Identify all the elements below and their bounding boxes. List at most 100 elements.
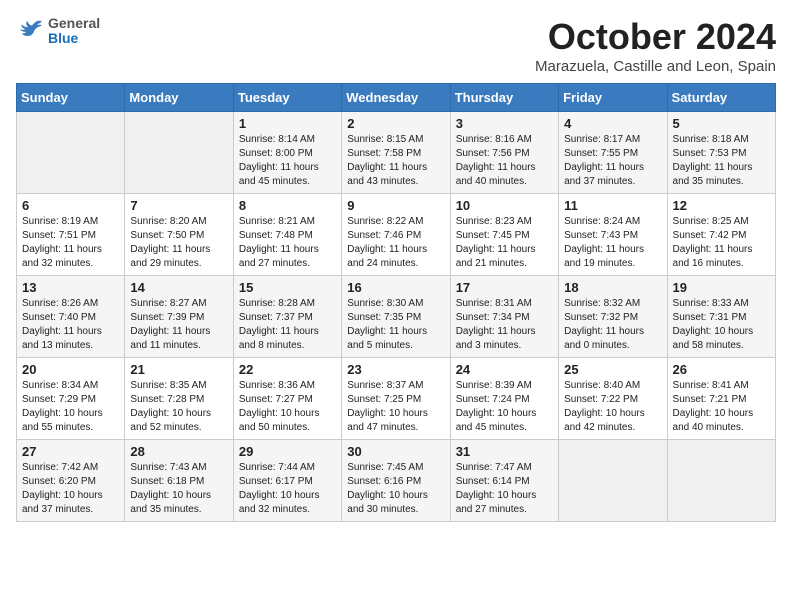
day-number: 2 bbox=[347, 116, 444, 131]
calendar-cell: 26 Sunrise: 8:41 AM Sunset: 7:21 PM Dayli… bbox=[667, 358, 775, 440]
calendar-week-4: 20Sunrise: 8:34 AM Sunset: 7:29 PM Dayli… bbox=[17, 358, 776, 440]
day-info: Sunrise: 7:43 AM Sunset: 6:18 PM Dayligh… bbox=[130, 461, 227, 517]
calendar-cell: 30Sunrise: 7:45 AM Sunset: 6:16 PM Dayli… bbox=[342, 440, 450, 522]
calendar-cell: 9Sunrise: 8:22 AM Sunset: 7:46 PM Daylig… bbox=[342, 194, 450, 276]
day-number: 20 bbox=[22, 362, 119, 377]
weekday-header-thursday: Thursday bbox=[450, 84, 558, 112]
weekday-header-saturday: Saturday bbox=[667, 84, 775, 112]
logo-text: General Blue bbox=[48, 16, 100, 47]
calendar-cell: 25 Sunrise: 8:40 AM Sunset: 7:22 PM Dayli… bbox=[559, 358, 667, 440]
calendar-cell: 22Sunrise: 8:36 AM Sunset: 7:27 PM Dayli… bbox=[233, 358, 341, 440]
day-number: 21 bbox=[130, 362, 227, 377]
calendar-cell: 28 Sunrise: 7:43 AM Sunset: 6:18 PM Dayli… bbox=[125, 440, 233, 522]
day-info: Sunrise: 8:15 AM Sunset: 7:58 PM Dayligh… bbox=[347, 133, 444, 189]
day-number: 15 bbox=[239, 280, 336, 295]
calendar-cell: 11 Sunrise: 8:24 AM Sunset: 7:43 PM Dayli… bbox=[559, 194, 667, 276]
day-info: Sunrise: 8:14 AM Sunset: 8:00 PM Dayligh… bbox=[239, 133, 336, 189]
calendar-cell: 5Sunrise: 8:18 AM Sunset: 7:53 PM Daylig… bbox=[667, 112, 775, 194]
calendar-cell bbox=[17, 112, 125, 194]
calendar-cell: 23 Sunrise: 8:37 AM Sunset: 7:25 PM Dayli… bbox=[342, 358, 450, 440]
calendar-cell: 19Sunrise: 8:33 AM Sunset: 7:31 PM Dayli… bbox=[667, 276, 775, 358]
day-info: Sunrise: 8:21 AM Sunset: 7:48 PM Dayligh… bbox=[239, 215, 336, 271]
calendar-cell: 1Sunrise: 8:14 AM Sunset: 8:00 PM Daylig… bbox=[233, 112, 341, 194]
day-number: 14 bbox=[130, 280, 227, 295]
calendar-header: SundayMondayTuesdayWednesdayThursdayFrid… bbox=[17, 84, 776, 112]
month-title: October 2024 bbox=[535, 16, 776, 58]
logo-blue-text: Blue bbox=[48, 31, 100, 46]
day-number: 13 bbox=[22, 280, 119, 295]
weekday-header-sunday: Sunday bbox=[17, 84, 125, 112]
calendar-week-1: 1Sunrise: 8:14 AM Sunset: 8:00 PM Daylig… bbox=[17, 112, 776, 194]
calendar-cell bbox=[559, 440, 667, 522]
calendar-cell: 4Sunrise: 8:17 AM Sunset: 7:55 PM Daylig… bbox=[559, 112, 667, 194]
day-info: Sunrise: 8:37 AM Sunset: 7:25 PM Dayligh… bbox=[347, 379, 444, 435]
day-info: Sunrise: 8:32 AM Sunset: 7:32 PM Dayligh… bbox=[564, 297, 661, 353]
day-info: Sunrise: 8:19 AM Sunset: 7:51 PM Dayligh… bbox=[22, 215, 119, 271]
day-number: 27 bbox=[22, 444, 119, 459]
day-number: 9 bbox=[347, 198, 444, 213]
day-info: Sunrise: 8:16 AM Sunset: 7:56 PM Dayligh… bbox=[456, 133, 553, 189]
day-info: Sunrise: 8:35 AM Sunset: 7:28 PM Dayligh… bbox=[130, 379, 227, 435]
day-number: 25 bbox=[564, 362, 661, 377]
calendar-cell: 17Sunrise: 8:31 AM Sunset: 7:34 PM Dayli… bbox=[450, 276, 558, 358]
logo-bird-icon bbox=[16, 19, 44, 43]
calendar-week-5: 27Sunrise: 7:42 AM Sunset: 6:20 PM Dayli… bbox=[17, 440, 776, 522]
calendar-cell: 20Sunrise: 8:34 AM Sunset: 7:29 PM Dayli… bbox=[17, 358, 125, 440]
day-info: Sunrise: 8:41 AM Sunset: 7:21 PM Dayligh… bbox=[673, 379, 770, 435]
weekday-header-friday: Friday bbox=[559, 84, 667, 112]
day-number: 26 bbox=[673, 362, 770, 377]
calendar-cell: 12 Sunrise: 8:25 AM Sunset: 7:42 PM Dayli… bbox=[667, 194, 775, 276]
calendar-cell: 13 Sunrise: 8:26 AM Sunset: 7:40 PM Dayli… bbox=[17, 276, 125, 358]
day-info: Sunrise: 7:47 AM Sunset: 6:14 PM Dayligh… bbox=[456, 461, 553, 517]
day-info: Sunrise: 8:20 AM Sunset: 7:50 PM Dayligh… bbox=[130, 215, 227, 271]
day-number: 18 bbox=[564, 280, 661, 295]
day-number: 19 bbox=[673, 280, 770, 295]
calendar-week-2: 6 Sunrise: 8:19 AM Sunset: 7:51 PM Daylig… bbox=[17, 194, 776, 276]
day-info: Sunrise: 8:26 AM Sunset: 7:40 PM Dayligh… bbox=[22, 297, 119, 353]
title-area: October 2024 Marazuela, Castille and Leo… bbox=[535, 16, 776, 75]
calendar-cell: 10 Sunrise: 8:23 AM Sunset: 7:45 PM Dayli… bbox=[450, 194, 558, 276]
day-number: 23 bbox=[347, 362, 444, 377]
calendar-table: SundayMondayTuesdayWednesdayThursdayFrid… bbox=[16, 83, 776, 522]
day-number: 8 bbox=[239, 198, 336, 213]
calendar-cell bbox=[125, 112, 233, 194]
logo: General Blue bbox=[16, 16, 100, 47]
day-number: 12 bbox=[673, 198, 770, 213]
calendar-cell: 24 Sunrise: 8:39 AM Sunset: 7:24 PM Dayli… bbox=[450, 358, 558, 440]
calendar-cell: 18 Sunrise: 8:32 AM Sunset: 7:32 PM Dayli… bbox=[559, 276, 667, 358]
day-number: 28 bbox=[130, 444, 227, 459]
weekday-row: SundayMondayTuesdayWednesdayThursdayFrid… bbox=[17, 84, 776, 112]
calendar-cell bbox=[667, 440, 775, 522]
calendar-cell: 15 Sunrise: 8:28 AM Sunset: 7:37 PM Dayli… bbox=[233, 276, 341, 358]
day-info: Sunrise: 8:23 AM Sunset: 7:45 PM Dayligh… bbox=[456, 215, 553, 271]
day-number: 16 bbox=[347, 280, 444, 295]
day-info: Sunrise: 8:36 AM Sunset: 7:27 PM Dayligh… bbox=[239, 379, 336, 435]
day-info: Sunrise: 8:28 AM Sunset: 7:37 PM Dayligh… bbox=[239, 297, 336, 353]
day-number: 10 bbox=[456, 198, 553, 213]
calendar-cell: 27Sunrise: 7:42 AM Sunset: 6:20 PM Dayli… bbox=[17, 440, 125, 522]
day-info: Sunrise: 8:39 AM Sunset: 7:24 PM Dayligh… bbox=[456, 379, 553, 435]
header: General Blue October 2024 Marazuela, Cas… bbox=[16, 16, 776, 75]
calendar-cell: 6 Sunrise: 8:19 AM Sunset: 7:51 PM Daylig… bbox=[17, 194, 125, 276]
day-number: 5 bbox=[673, 116, 770, 131]
day-number: 24 bbox=[456, 362, 553, 377]
calendar-cell: 21 Sunrise: 8:35 AM Sunset: 7:28 PM Dayli… bbox=[125, 358, 233, 440]
day-info: Sunrise: 8:25 AM Sunset: 7:42 PM Dayligh… bbox=[673, 215, 770, 271]
day-number: 7 bbox=[130, 198, 227, 213]
logo-general-text: General bbox=[48, 16, 100, 31]
day-info: Sunrise: 8:24 AM Sunset: 7:43 PM Dayligh… bbox=[564, 215, 661, 271]
day-info: Sunrise: 8:17 AM Sunset: 7:55 PM Dayligh… bbox=[564, 133, 661, 189]
day-info: Sunrise: 8:40 AM Sunset: 7:22 PM Dayligh… bbox=[564, 379, 661, 435]
calendar-cell: 31Sunrise: 7:47 AM Sunset: 6:14 PM Dayli… bbox=[450, 440, 558, 522]
day-info: Sunrise: 8:27 AM Sunset: 7:39 PM Dayligh… bbox=[130, 297, 227, 353]
day-number: 6 bbox=[22, 198, 119, 213]
calendar-cell: 2 Sunrise: 8:15 AM Sunset: 7:58 PM Daylig… bbox=[342, 112, 450, 194]
day-info: Sunrise: 8:31 AM Sunset: 7:34 PM Dayligh… bbox=[456, 297, 553, 353]
weekday-header-monday: Monday bbox=[125, 84, 233, 112]
calendar-cell: 7 Sunrise: 8:20 AM Sunset: 7:50 PM Daylig… bbox=[125, 194, 233, 276]
weekday-header-tuesday: Tuesday bbox=[233, 84, 341, 112]
location-subtitle: Marazuela, Castille and Leon, Spain bbox=[535, 58, 776, 75]
calendar-cell: 16 Sunrise: 8:30 AM Sunset: 7:35 PM Dayli… bbox=[342, 276, 450, 358]
day-number: 11 bbox=[564, 198, 661, 213]
day-info: Sunrise: 8:30 AM Sunset: 7:35 PM Dayligh… bbox=[347, 297, 444, 353]
